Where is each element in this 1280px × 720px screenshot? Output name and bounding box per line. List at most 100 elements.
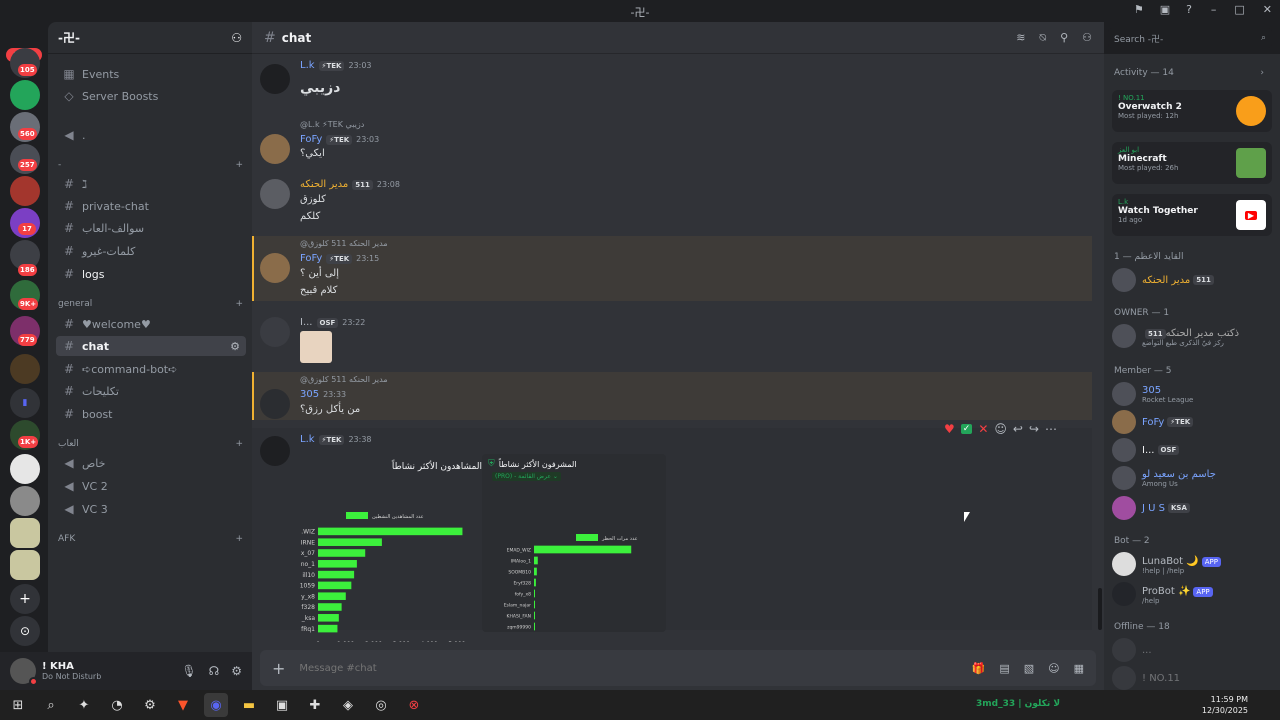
author-name[interactable]: مدير الحنكه — [300, 179, 348, 190]
chart-embed-moderators[interactable]: ⛨ المشرفون الأكثر نشاطاً (PRO) - عرض الق… — [482, 454, 666, 632]
steam-icon[interactable]: ⚙ — [138, 693, 162, 717]
member-list-icon[interactable]: ⚇ — [1082, 31, 1092, 45]
message-author[interactable]: I... OSF 23:22 — [300, 317, 365, 328]
app-icon[interactable]: ✚ — [303, 693, 327, 717]
category-voice[interactable]: العاب + — [58, 439, 243, 449]
select-menu[interactable]: (PRO) - عرض القائمة ⌄ — [492, 472, 561, 481]
message[interactable]: @مدير الحنكه 511 كلوزق 305 23:33 من يأكل … — [252, 375, 1092, 419]
maximize-button[interactable]: □ — [1234, 3, 1244, 16]
category-header[interactable]: - + — [58, 160, 243, 170]
tray-now-playing[interactable]: 3md_33 | لا تكلون — [976, 699, 1060, 709]
message-author[interactable]: FoFy ⚡TEK 23:15 — [300, 253, 379, 264]
discord-icon[interactable]: ◉ — [204, 693, 228, 717]
server-icon[interactable] — [10, 354, 40, 384]
voice-channel[interactable]: ◀ خاص — [56, 453, 246, 473]
member-item[interactable]: FoFy ⚡TEK — [1112, 410, 1277, 434]
sticker-icon[interactable]: ▧ — [1024, 662, 1034, 675]
message-author[interactable]: FoFy ⚡TEK 23:03 — [300, 134, 379, 145]
activity-card[interactable]: ابو العز Minecraft Most played: 26h — [1112, 142, 1272, 184]
avatar[interactable] — [260, 64, 290, 94]
windows-start-icon[interactable]: ⊞ — [6, 693, 30, 717]
x-reaction-icon[interactable]: ✕ — [978, 422, 988, 436]
member-item[interactable]: ProBot ✨ APP/help — [1112, 582, 1277, 606]
avatar[interactable] — [260, 436, 290, 466]
activity-header[interactable]: Activity — 14 › — [1114, 68, 1264, 78]
server-icon[interactable] — [10, 486, 40, 516]
member-item[interactable]: مدير الحنكه 511 — [1112, 268, 1277, 292]
member-item[interactable]: ... — [1112, 638, 1277, 662]
heart-reaction-icon[interactable]: ♥ — [944, 422, 955, 436]
author-name[interactable]: FoFy — [300, 134, 322, 145]
add-channel-icon[interactable]: + — [235, 160, 243, 170]
voice-channel[interactable]: ◀ VC 3 — [56, 499, 246, 519]
message-author[interactable]: L.k ⚡TEK 23:03 — [300, 60, 372, 71]
discover-icon[interactable]: ⊙ — [10, 616, 40, 646]
voice-channel[interactable]: ◀ VC 2 — [56, 476, 246, 496]
avatar[interactable] — [260, 253, 290, 283]
add-channel-icon[interactable]: + — [235, 299, 243, 309]
check-reaction-icon[interactable]: ✓ — [960, 424, 973, 434]
reply-icon[interactable]: ↩ — [1013, 422, 1023, 436]
avatar[interactable] — [260, 317, 290, 347]
channel-item[interactable]: # private-chat — [56, 196, 246, 216]
more-icon[interactable]: ⋯ — [1045, 422, 1057, 436]
add-channel-icon[interactable]: + — [235, 534, 243, 544]
message-author[interactable]: 305 23:33 — [300, 389, 346, 400]
message[interactable]: @مدير الحنكه 511 كلوزق FoFy ⚡TEK 23:15 إلى… — [252, 239, 1092, 299]
channel-item-chat[interactable]: # chat ⚙ — [56, 336, 246, 356]
add-channel-icon[interactable]: + — [235, 439, 243, 449]
file-explorer-icon[interactable]: ▬ — [237, 693, 261, 717]
mute-icon[interactable]: ⍉ — [1039, 31, 1046, 45]
category-general[interactable]: general + — [58, 299, 243, 309]
avatar[interactable] — [260, 179, 290, 209]
server-icon[interactable] — [10, 176, 40, 206]
folder-icon[interactable]: ▮ — [10, 388, 40, 418]
gif-icon[interactable]: ▤ — [999, 662, 1009, 675]
settings-icon[interactable]: ⚙ — [230, 340, 240, 353]
monitor-icon[interactable]: ▣ — [1160, 3, 1170, 16]
author-name[interactable]: 305 — [300, 389, 319, 400]
member-item[interactable]: ! NO.11 — [1112, 666, 1277, 690]
reply-preview[interactable]: @مدير الحنكه 511 كلوزق — [300, 239, 388, 248]
pin-icon[interactable]: ⚲ — [1060, 31, 1068, 45]
channel-item[interactable]: # ♥welcome♥ — [56, 314, 246, 334]
apps-icon[interactable]: ▦ — [1074, 662, 1084, 675]
channel-item[interactable]: # ℷ — [56, 174, 246, 194]
inbox-icon[interactable]: ⚑ — [1134, 3, 1144, 16]
activity-card[interactable]: L.k Watch Together 1d ago ▶ — [1112, 194, 1272, 236]
author-name[interactable]: FoFy — [300, 253, 322, 264]
app-icon[interactable]: ⊗ — [402, 693, 426, 717]
channel-item[interactable]: # سوالف-العاب — [56, 218, 246, 238]
message[interactable]: L.k ⚡TEK 23:03 دزيبي — [252, 60, 1092, 104]
message[interactable]: I... OSF 23:22 — [252, 315, 1092, 363]
channel-item[interactable]: # كلمات-غيرو — [56, 241, 246, 261]
author-name[interactable]: L.k — [300, 60, 315, 71]
gift-icon[interactable]: 🎁 — [972, 662, 986, 675]
server-header[interactable]: -卍- ⚇ — [48, 22, 252, 54]
activity-card[interactable]: ! NO.11 Overwatch 2 Most played: 12h — [1112, 90, 1272, 132]
server-icon[interactable] — [10, 80, 40, 110]
edge-icon[interactable]: ◔ — [105, 693, 129, 717]
avatar[interactable] — [260, 134, 290, 164]
brave-icon[interactable]: ▼ — [171, 693, 195, 717]
member-item[interactable]: جاسم بن سعيد لو Among Us — [1112, 466, 1277, 490]
channel-item[interactable]: # ➪command-bot➪ — [56, 359, 246, 379]
add-member-icon[interactable]: ⚇ — [231, 31, 242, 45]
chart-embed-viewers[interactable]: المشاهدون الأكثر نشاطاً عدد المشاهدين ال… — [298, 454, 482, 642]
system-clock[interactable]: 11:59 PM 12/30/2025 — [1202, 694, 1248, 716]
message-author[interactable]: مدير الحنكه 511 23:08 — [300, 179, 400, 190]
store-icon[interactable]: ▣ — [270, 693, 294, 717]
emoji-icon[interactable]: ☺ — [1048, 662, 1059, 675]
threads-icon[interactable]: ≋ — [1016, 31, 1025, 45]
avatar[interactable] — [10, 658, 38, 686]
add-server-icon[interactable]: + — [10, 584, 40, 614]
server-icon[interactable] — [10, 518, 40, 548]
member-item[interactable]: J U S KSA — [1112, 496, 1277, 520]
category-afk[interactable]: AFK + — [58, 534, 243, 544]
member-item[interactable]: LunaBot 🌙 APP !help | /help — [1112, 552, 1277, 576]
server-icon[interactable] — [10, 550, 40, 580]
member-item[interactable]: ذكتب مدير الحنكه511 ركز فيّ الذكرى طبع ال… — [1112, 324, 1277, 348]
headphones-icon[interactable]: ☊ — [209, 664, 220, 678]
search-icon[interactable]: ⌕ — [39, 693, 63, 717]
author-name[interactable]: I... — [300, 317, 313, 328]
